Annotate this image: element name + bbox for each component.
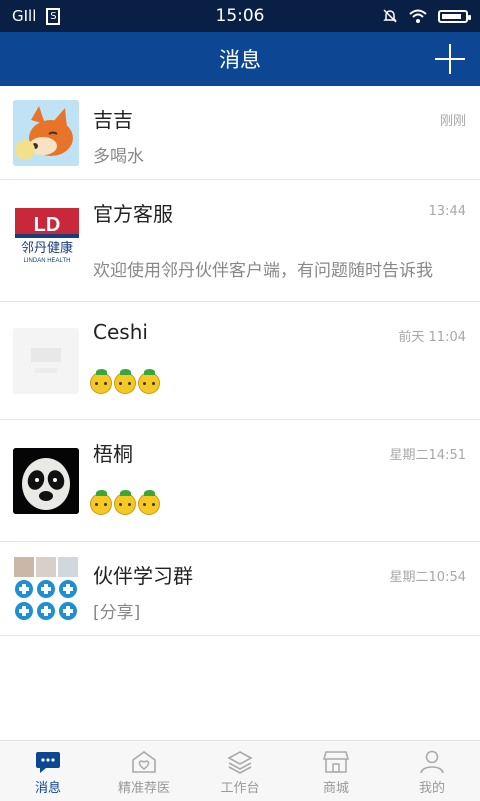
emoji-icon [90, 369, 112, 394]
message-time: 13:44 [428, 204, 466, 219]
tab-doctor-recommend[interactable]: 精准荐医 [96, 741, 192, 801]
contact-name: Ceshi [93, 320, 148, 344]
lindan-logo: LD 邻丹健康 LINDAN HEALTH [13, 204, 81, 264]
logo-en-text: LINDAN HEALTH [24, 258, 71, 264]
panda-avatar [13, 448, 79, 514]
clock: 15:06 [215, 6, 265, 26]
chat-bubble-icon [36, 752, 60, 773]
conversation-item[interactable]: 梧桐 星期二14:51 [0, 420, 480, 542]
contact-name: 伙伴学习群 [93, 564, 193, 588]
faded-lindan-logo [13, 328, 79, 394]
layers-icon [227, 751, 253, 774]
message-preview: 多喝水 [93, 147, 144, 167]
status-bar: GIll S 15:06 [0, 0, 480, 32]
contact-name: 官方客服 [93, 202, 173, 226]
tab-label: 商城 [322, 781, 349, 796]
emoji-preview [90, 490, 160, 515]
conversation-item[interactable]: LD 邻丹健康 LINDAN HEALTH 官方客服 13:44 欢迎使用邻丹伙… [0, 180, 480, 302]
logo-cn-text: 邻丹健康 [21, 240, 73, 256]
battery-level [442, 13, 461, 19]
tab-label: 精准荐医 [117, 781, 170, 796]
contact-name: 梧桐 [93, 442, 133, 466]
message-time: 刚刚 [439, 114, 466, 129]
top-nav: 消息 [0, 32, 480, 86]
conversation-item[interactable]: 吉吉 刚刚 多喝水 [0, 86, 480, 180]
shop-icon [323, 751, 349, 773]
page-title: 消息 [219, 48, 261, 72]
conversation-item[interactable]: 伙伴学习群 星期二10:54 [分享] [0, 542, 480, 636]
message-time: 星期二14:51 [389, 448, 466, 463]
tab-label: 我的 [418, 781, 445, 796]
logo-mark: LD [34, 214, 61, 236]
message-time: 星期二10:54 [389, 570, 466, 585]
person-icon [420, 750, 444, 774]
contact-name: 吉吉 [93, 108, 133, 132]
message-preview: [分享] [93, 603, 141, 623]
emoji-icon [114, 490, 136, 515]
conversation-list: 吉吉 刚刚 多喝水 LD 邻丹健康 LINDAN HEALTH 官方客服 13:… [0, 86, 480, 636]
message-time: 前天 11:04 [398, 330, 466, 345]
tab-profile[interactable]: 我的 [384, 741, 480, 801]
tab-shop[interactable]: 商城 [288, 741, 384, 801]
doctor-icon [132, 751, 156, 773]
tab-workbench[interactable]: 工作台 [192, 741, 288, 801]
emoji-icon [114, 369, 136, 394]
conversation-item[interactable]: Ceshi 前天 11:04 [0, 302, 480, 420]
battery-icon [438, 9, 471, 23]
emoji-preview [90, 369, 160, 394]
tab-messages[interactable]: 消息 [0, 741, 96, 801]
emoji-icon [90, 490, 112, 515]
bottom-tab-bar: 消息 精准荐医 工作台 商城 我的 [0, 740, 480, 801]
tab-label: 消息 [34, 781, 61, 796]
message-preview: 欢迎使用邻丹伙伴客户端，有问题随时告诉我 [93, 261, 433, 281]
emoji-icon [138, 490, 160, 515]
group-avatar [13, 556, 79, 622]
fox-avatar [13, 100, 79, 166]
tab-label: 工作台 [220, 781, 260, 796]
emoji-icon [138, 369, 160, 394]
add-icon[interactable] [430, 39, 470, 79]
